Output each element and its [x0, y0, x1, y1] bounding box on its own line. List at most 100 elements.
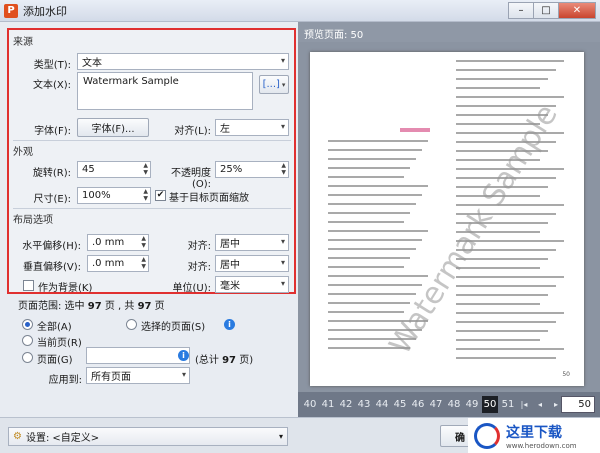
page-text-line	[328, 158, 416, 160]
range-selected: 97	[87, 301, 102, 312]
logo-mark-icon	[474, 422, 500, 449]
preview-area: Watermark Sample 50	[298, 42, 600, 392]
info-icon[interactable]: i	[178, 350, 189, 361]
unit-label: 单位(U):	[172, 283, 212, 294]
hoffset-spinner[interactable]: .0 mm ▲ ▼	[87, 234, 149, 251]
minimize-button[interactable]: –	[508, 2, 534, 19]
font-button[interactable]: 字体(F)...	[77, 118, 149, 137]
spin-arrows-icon[interactable]: ▲ ▼	[141, 235, 146, 249]
spin-arrows-icon[interactable]: ▲ ▼	[143, 188, 148, 202]
valign-value: 居中	[220, 260, 240, 271]
background-checkbox-label: 作为背景(K)	[38, 283, 93, 294]
text-input[interactable]: Watermark Sample	[77, 72, 253, 110]
unit-select[interactable]: 毫米 ▾	[215, 276, 289, 293]
page-text-line	[456, 276, 564, 278]
halign-value: 居中	[220, 239, 240, 250]
page-button-45[interactable]: 45	[392, 399, 408, 410]
page-button-48[interactable]: 48	[446, 399, 462, 410]
page-button-41[interactable]: 41	[320, 399, 336, 410]
size-spinner[interactable]: 100% ▲ ▼	[77, 187, 151, 204]
page-text-line	[328, 149, 422, 151]
opacity-value: 25%	[220, 164, 243, 175]
info-icon[interactable]: i	[224, 319, 235, 330]
type-select[interactable]: 文本 ▾	[77, 53, 289, 70]
spin-arrows-icon[interactable]: ▲ ▼	[281, 162, 286, 176]
type-label: 类型(T):	[33, 60, 71, 71]
page-button-42[interactable]: 42	[338, 399, 354, 410]
page-text-line	[328, 167, 410, 169]
settings-label: 设置:	[25, 433, 50, 444]
page-number-input[interactable]: 50	[561, 396, 595, 413]
page-text-line	[328, 140, 428, 142]
spin-arrows-icon[interactable]: ▲ ▼	[143, 162, 148, 176]
halign-select[interactable]: 居中 ▾	[215, 234, 289, 251]
voffset-spinner[interactable]: .0 mm ▲ ▼	[87, 255, 149, 272]
maximize-button[interactable]: □	[533, 2, 559, 19]
opacity-spinner[interactable]: 25% ▲ ▼	[215, 161, 289, 178]
divider	[13, 208, 291, 209]
page-button-43[interactable]: 43	[356, 399, 372, 410]
page-text-line	[456, 339, 540, 341]
pages-input[interactable]	[86, 347, 190, 364]
page-button-40[interactable]: 40	[302, 399, 318, 410]
total-prefix: (总计	[195, 355, 223, 366]
page-text-line	[328, 230, 428, 232]
page-text-line	[328, 293, 416, 295]
prev-page-icon[interactable]: ◂	[532, 400, 548, 409]
align-select[interactable]: 左 ▾	[215, 119, 289, 136]
align-value: 左	[220, 124, 230, 135]
layout-section-title: 布局选项	[13, 215, 53, 226]
settings-dropdown[interactable]: ⚙ 设置: <自定义> ▾	[8, 427, 288, 446]
window-title: 添加水印	[23, 4, 67, 18]
spin-arrows-icon[interactable]: ▲ ▼	[141, 256, 146, 270]
chevron-down-icon: ▾	[181, 370, 186, 379]
page-text-line	[456, 321, 556, 323]
chevron-down-icon: ▾	[280, 237, 285, 246]
range-mid: 页 , 共	[101, 301, 138, 312]
page-text-line	[328, 203, 416, 205]
chevron-down-icon: ▾	[280, 279, 285, 288]
page-text-line	[456, 78, 548, 80]
apply-select[interactable]: 所有页面 ▾	[86, 367, 190, 384]
page-button-50[interactable]: 50	[482, 396, 498, 413]
radio-all[interactable]	[22, 319, 33, 330]
text-label: 文本(X):	[32, 80, 71, 91]
page-button-47[interactable]: 47	[428, 399, 444, 410]
close-button[interactable]: ✕	[558, 2, 596, 19]
insert-field-button[interactable]: [...] ▾	[259, 75, 289, 94]
scale-checkbox[interactable]: ✔	[155, 190, 166, 201]
gear-icon: ⚙	[13, 431, 22, 442]
highlight-box: 来源 类型(T): 文本 ▾ 文本(X): Watermark Sample […	[7, 28, 296, 294]
radio-current-page[interactable]	[22, 335, 33, 346]
page-button-49[interactable]: 49	[464, 399, 480, 410]
page-button-51[interactable]: 51	[500, 399, 516, 410]
page-text-line	[328, 194, 422, 196]
font-label: 字体(F):	[34, 126, 71, 137]
text-value: Watermark Sample	[83, 76, 179, 87]
radio-all-label: 全部(A)	[37, 322, 72, 333]
page-button-46[interactable]: 46	[410, 399, 426, 410]
preview-panel: 预览页面: 50 Watermark Sample 50 40 41 42 43 44 4…	[298, 22, 600, 417]
radio-pages[interactable]	[22, 352, 33, 363]
page-text-line	[456, 69, 556, 71]
size-value: 100%	[82, 190, 111, 201]
background-checkbox[interactable]	[23, 280, 34, 291]
rotation-value: 45	[82, 164, 95, 175]
first-page-icon[interactable]: |◂	[516, 400, 532, 409]
rotation-spinner[interactable]: 45 ▲ ▼	[77, 161, 151, 178]
insert-field-label: [...]	[262, 79, 280, 90]
page-text-line	[328, 284, 422, 286]
range-total: 97	[137, 301, 152, 312]
valign-select[interactable]: 居中 ▾	[215, 255, 289, 272]
apply-value: 所有页面	[91, 372, 131, 383]
page-button-44[interactable]: 44	[374, 399, 390, 410]
apply-label: 应用到:	[48, 375, 82, 386]
page-text-line	[328, 185, 428, 187]
source-section-title: 来源	[13, 37, 33, 48]
page-text-line	[456, 60, 564, 62]
unit-value: 毫米	[220, 281, 240, 292]
logo-text: 这里下载	[506, 424, 562, 441]
page-text-line	[456, 330, 548, 332]
chevron-down-icon: ▾	[280, 122, 285, 131]
radio-selected-pages[interactable]	[126, 319, 137, 330]
